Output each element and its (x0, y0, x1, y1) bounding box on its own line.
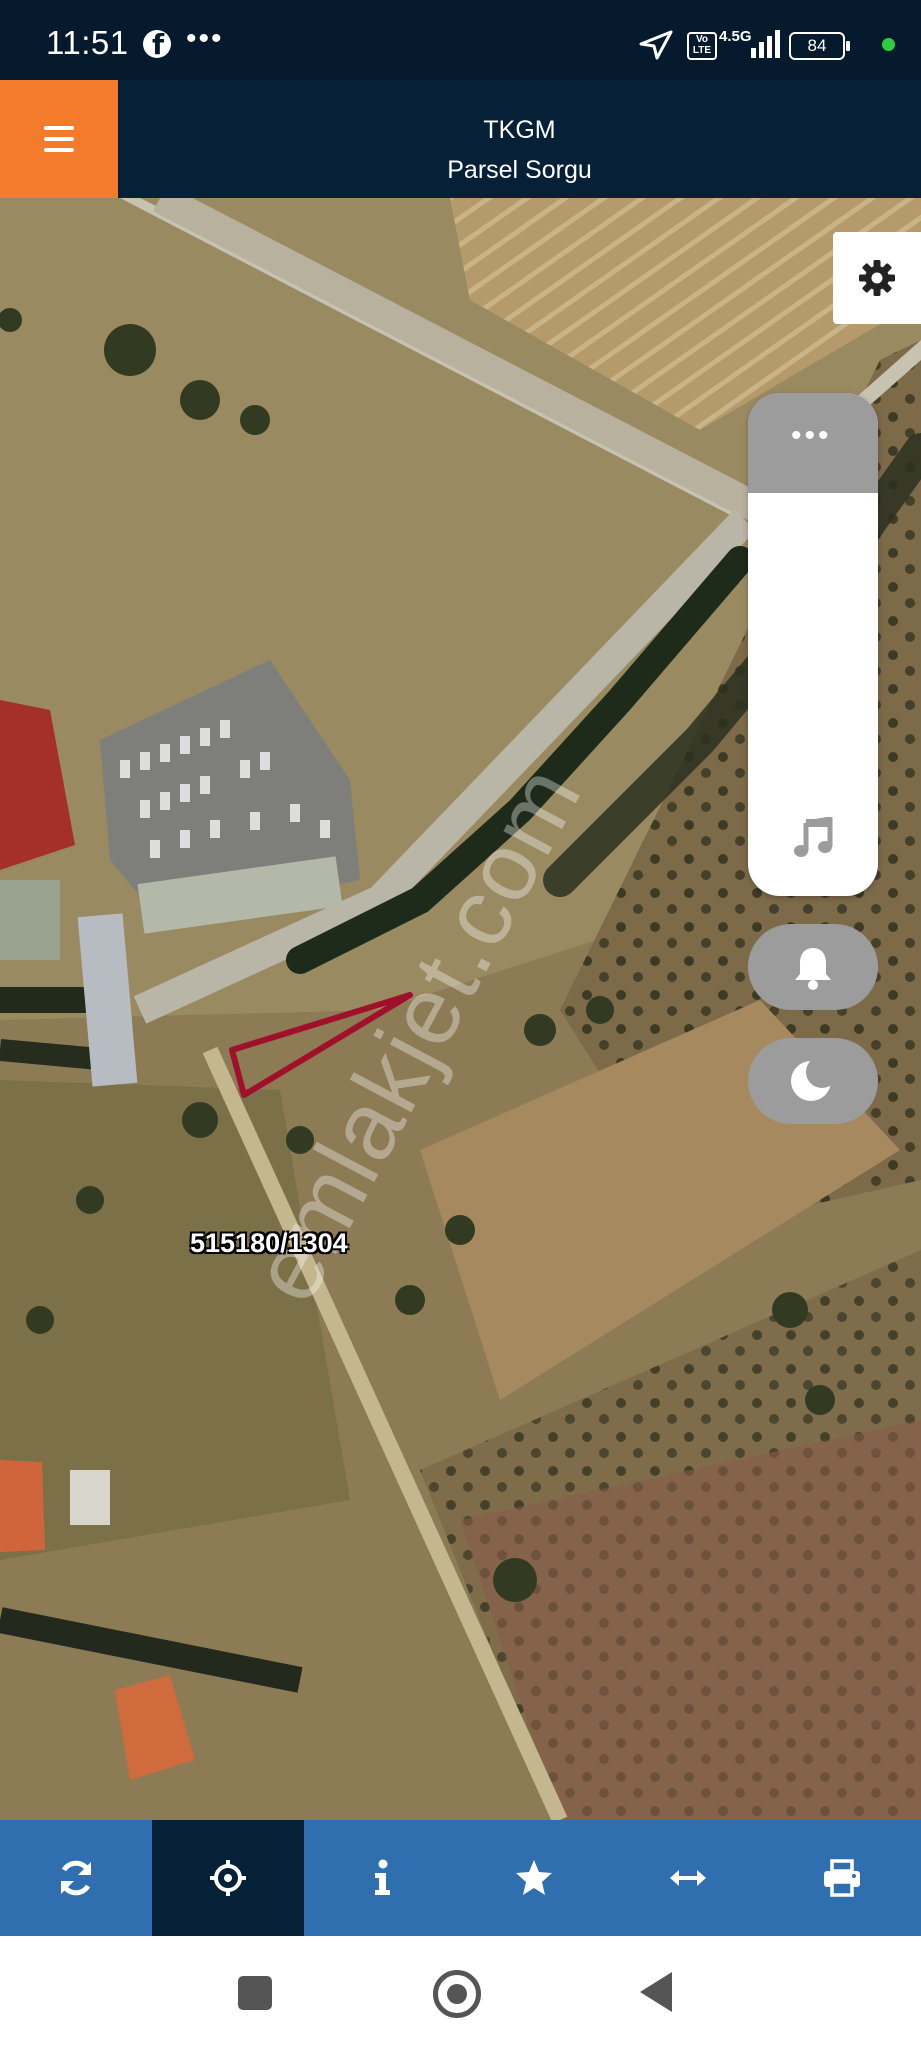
locate-button[interactable] (152, 1820, 304, 1936)
bottom-toolbar (0, 1820, 921, 1936)
measure-button[interactable] (612, 1820, 764, 1936)
parcel-label[interactable]: 515180/1304 (190, 1228, 348, 1259)
gear-icon (859, 260, 895, 296)
status-overflow: ••• (186, 22, 224, 55)
home-circle-icon[interactable] (433, 1970, 481, 2018)
info-icon (375, 1859, 390, 1895)
page-title: TKGM Parsel Sorgu (118, 110, 921, 190)
battery-icon: 84 (789, 32, 850, 60)
app-header: TKGM Parsel Sorgu (0, 80, 921, 198)
moon-icon (791, 1058, 836, 1101)
info-button[interactable] (306, 1820, 458, 1936)
favorite-button[interactable] (458, 1820, 610, 1936)
refresh-button[interactable] (0, 1820, 152, 1936)
music-note-icon[interactable] (792, 817, 834, 859)
signal-icon (751, 30, 780, 58)
refresh-icon (60, 1860, 92, 1896)
status-bar: 11:51 f ••• Vo LTE 4.5G 84 (0, 0, 921, 80)
facebook-icon: f (143, 28, 171, 61)
print-icon (824, 1859, 860, 1897)
status-time: 11:51 (46, 24, 129, 61)
location-arrow-icon (639, 30, 673, 60)
app-title-line1: TKGM (483, 116, 556, 144)
star-icon (516, 1860, 552, 1895)
recents-square-icon[interactable] (238, 1976, 272, 2010)
hamburger-menu-icon-bar (44, 137, 74, 141)
bell-icon (795, 948, 831, 990)
back-triangle-icon[interactable] (640, 1972, 672, 2012)
hamburger-menu-icon (44, 126, 74, 130)
network-type: 4.5G (719, 28, 752, 45)
active-dot (882, 38, 895, 51)
print-button[interactable] (766, 1820, 918, 1936)
night-mode-button[interactable] (748, 1038, 878, 1124)
settings-button[interactable] (833, 232, 921, 324)
volte-icon: Vo LTE (687, 32, 717, 60)
panel-more-button[interactable]: ••• (748, 393, 878, 493)
more-icon: ••• (791, 419, 832, 452)
notification-button[interactable] (748, 924, 878, 1010)
crosshair-icon (210, 1860, 246, 1896)
arrows-horizontal-icon (670, 1870, 706, 1886)
hamburger-menu-icon-bar (44, 148, 74, 152)
menu-button[interactable] (0, 80, 118, 198)
app-title-line2: Parsel Sorgu (447, 156, 592, 184)
media-panel: ••• (748, 393, 878, 896)
